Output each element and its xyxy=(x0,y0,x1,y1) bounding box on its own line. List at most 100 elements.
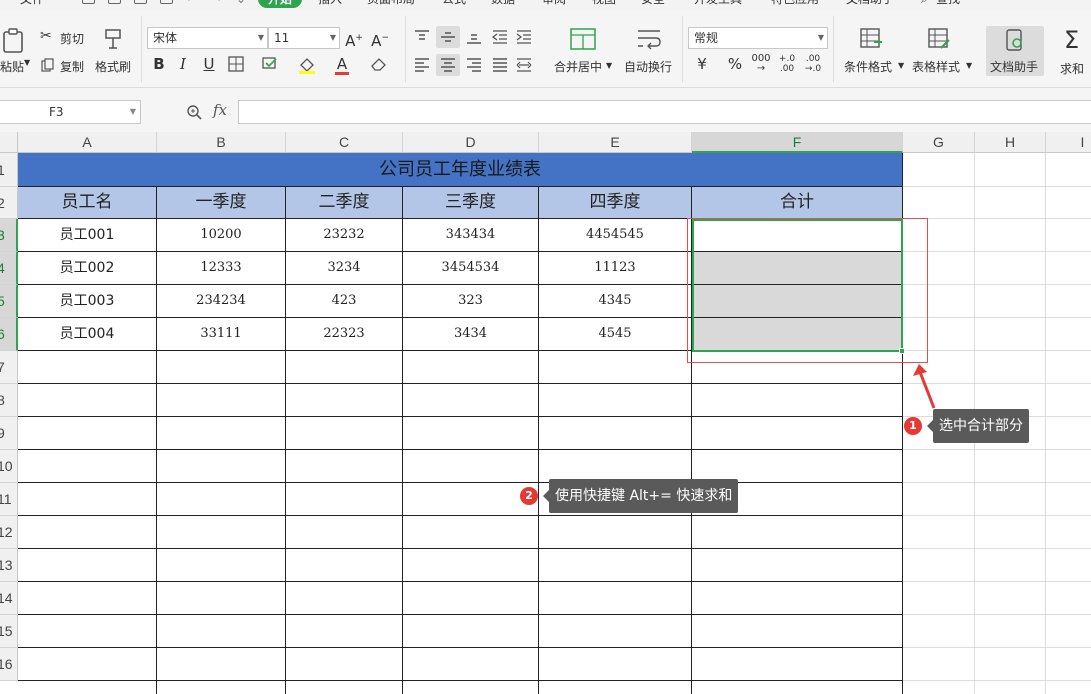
empty-cell[interactable] xyxy=(692,384,903,417)
data-cell[interactable]: 员工002 xyxy=(18,252,157,285)
data-cell[interactable]: 3454534 xyxy=(403,252,539,285)
align-top-icon[interactable] xyxy=(414,30,430,44)
empty-cell[interactable] xyxy=(18,450,157,483)
column-header-g[interactable]: G xyxy=(903,132,975,153)
empty-cell[interactable] xyxy=(286,450,403,483)
empty-cell[interactable] xyxy=(975,219,1046,252)
menu-formulas[interactable]: 公式 xyxy=(442,0,466,8)
cut-button[interactable]: ✂ 剪切 xyxy=(40,28,90,48)
row-header-13[interactable]: 13 xyxy=(0,549,18,582)
empty-cell[interactable] xyxy=(286,516,403,549)
sum-cell[interactable] xyxy=(692,318,903,351)
empty-cell[interactable] xyxy=(18,549,157,582)
empty-cell[interactable] xyxy=(18,615,157,648)
column-header-d[interactable]: D xyxy=(403,132,539,153)
empty-cell[interactable] xyxy=(1046,219,1091,252)
zoom-icon[interactable] xyxy=(186,104,202,120)
empty-cell[interactable] xyxy=(403,351,539,384)
empty-cell[interactable] xyxy=(975,252,1046,285)
font-size-dropdown[interactable]: 11 ▼ xyxy=(268,27,340,49)
name-box[interactable]: F3 ▼ xyxy=(0,100,141,124)
row-header-16[interactable]: 16 xyxy=(0,648,18,681)
menu-security[interactable]: 安全 xyxy=(641,0,665,8)
align-middle-button[interactable] xyxy=(436,26,460,48)
data-cell[interactable]: 12333 xyxy=(157,252,286,285)
row-header-3[interactable]: 3 xyxy=(0,219,18,252)
column-header-b[interactable]: B xyxy=(157,132,286,153)
empty-cell[interactable] xyxy=(1046,582,1091,615)
data-cell[interactable]: 11123 xyxy=(539,252,692,285)
fill-color-icon[interactable] xyxy=(298,56,316,74)
empty-cell[interactable] xyxy=(692,582,903,615)
menu-file[interactable]: 文件 xyxy=(20,0,44,8)
data-cell[interactable]: 343434 xyxy=(403,219,539,252)
quick-access-dropdown-icon[interactable]: ⌄ xyxy=(236,0,246,8)
empty-cell[interactable] xyxy=(539,681,692,694)
empty-cell[interactable] xyxy=(286,681,403,694)
fill-handle[interactable] xyxy=(899,348,905,354)
empty-cell[interactable] xyxy=(18,516,157,549)
row-header-4[interactable]: 4 xyxy=(0,252,18,285)
data-cell[interactable]: 423 xyxy=(286,285,403,318)
wrap-text-button[interactable]: 自动换行 xyxy=(620,26,678,82)
header-cell[interactable]: 合计 xyxy=(692,187,903,219)
empty-cell[interactable] xyxy=(692,615,903,648)
empty-cell[interactable] xyxy=(157,582,286,615)
column-header-e[interactable]: E xyxy=(539,132,692,153)
empty-cell[interactable] xyxy=(903,681,975,694)
export-icon[interactable] xyxy=(160,0,173,4)
italic-icon[interactable]: I xyxy=(173,54,193,74)
empty-cell[interactable] xyxy=(157,549,286,582)
empty-cell[interactable] xyxy=(975,681,1046,694)
empty-cell[interactable] xyxy=(18,417,157,450)
print-preview-icon[interactable] xyxy=(134,0,147,4)
decrease-font-icon[interactable]: A− xyxy=(370,28,390,51)
print-icon[interactable] xyxy=(108,0,121,4)
select-all-corner[interactable] xyxy=(0,132,18,153)
data-cell[interactable]: 234234 xyxy=(157,285,286,318)
empty-cell[interactable] xyxy=(903,450,975,483)
data-cell[interactable]: 10200 xyxy=(157,219,286,252)
border-icon[interactable] xyxy=(228,56,244,72)
empty-cell[interactable] xyxy=(403,681,539,694)
increase-font-icon[interactable]: A+ xyxy=(344,28,364,51)
empty-cell[interactable] xyxy=(18,582,157,615)
empty-cell[interactable] xyxy=(1046,549,1091,582)
sum-cell[interactable] xyxy=(692,285,903,318)
empty-cell[interactable] xyxy=(975,516,1046,549)
data-cell[interactable]: 4454545 xyxy=(539,219,692,252)
sum-cell[interactable] xyxy=(692,252,903,285)
empty-cell[interactable] xyxy=(903,219,975,252)
empty-cell[interactable] xyxy=(157,483,286,516)
row-header-7[interactable]: 7 xyxy=(0,351,18,384)
cell-style-icon[interactable] xyxy=(262,56,278,72)
empty-cell[interactable] xyxy=(157,384,286,417)
empty-cell[interactable] xyxy=(1046,318,1091,351)
row-header-2[interactable]: 2 xyxy=(0,187,18,219)
empty-cell[interactable] xyxy=(1046,648,1091,681)
empty-cell[interactable] xyxy=(692,549,903,582)
empty-cell[interactable] xyxy=(539,582,692,615)
font-name-dropdown[interactable]: 宋体 ▼ xyxy=(147,27,268,49)
empty-cell[interactable] xyxy=(286,648,403,681)
empty-cell[interactable] xyxy=(1046,153,1091,187)
empty-cell[interactable] xyxy=(157,516,286,549)
empty-cell[interactable] xyxy=(286,549,403,582)
row-header-11[interactable]: 11 xyxy=(0,483,18,516)
empty-cell[interactable] xyxy=(539,549,692,582)
empty-cell[interactable] xyxy=(403,516,539,549)
redo-icon[interactable]: ↷ xyxy=(212,0,222,8)
increase-decimal-icon[interactable]: +.0.00 xyxy=(777,54,797,74)
empty-cell[interactable] xyxy=(975,549,1046,582)
empty-cell[interactable] xyxy=(1046,417,1091,450)
underline-icon[interactable]: U xyxy=(199,54,219,74)
decrease-decimal-icon[interactable]: .00 →.0 xyxy=(803,54,823,74)
header-cell[interactable]: 三季度 xyxy=(403,187,539,219)
empty-cell[interactable] xyxy=(692,681,903,694)
empty-cell[interactable] xyxy=(903,648,975,681)
save-icon[interactable] xyxy=(82,0,95,4)
align-center-button[interactable] xyxy=(436,54,460,76)
align-right-icon[interactable] xyxy=(466,58,482,72)
data-cell[interactable]: 3234 xyxy=(286,252,403,285)
undo-icon[interactable]: ↶ xyxy=(186,0,196,8)
